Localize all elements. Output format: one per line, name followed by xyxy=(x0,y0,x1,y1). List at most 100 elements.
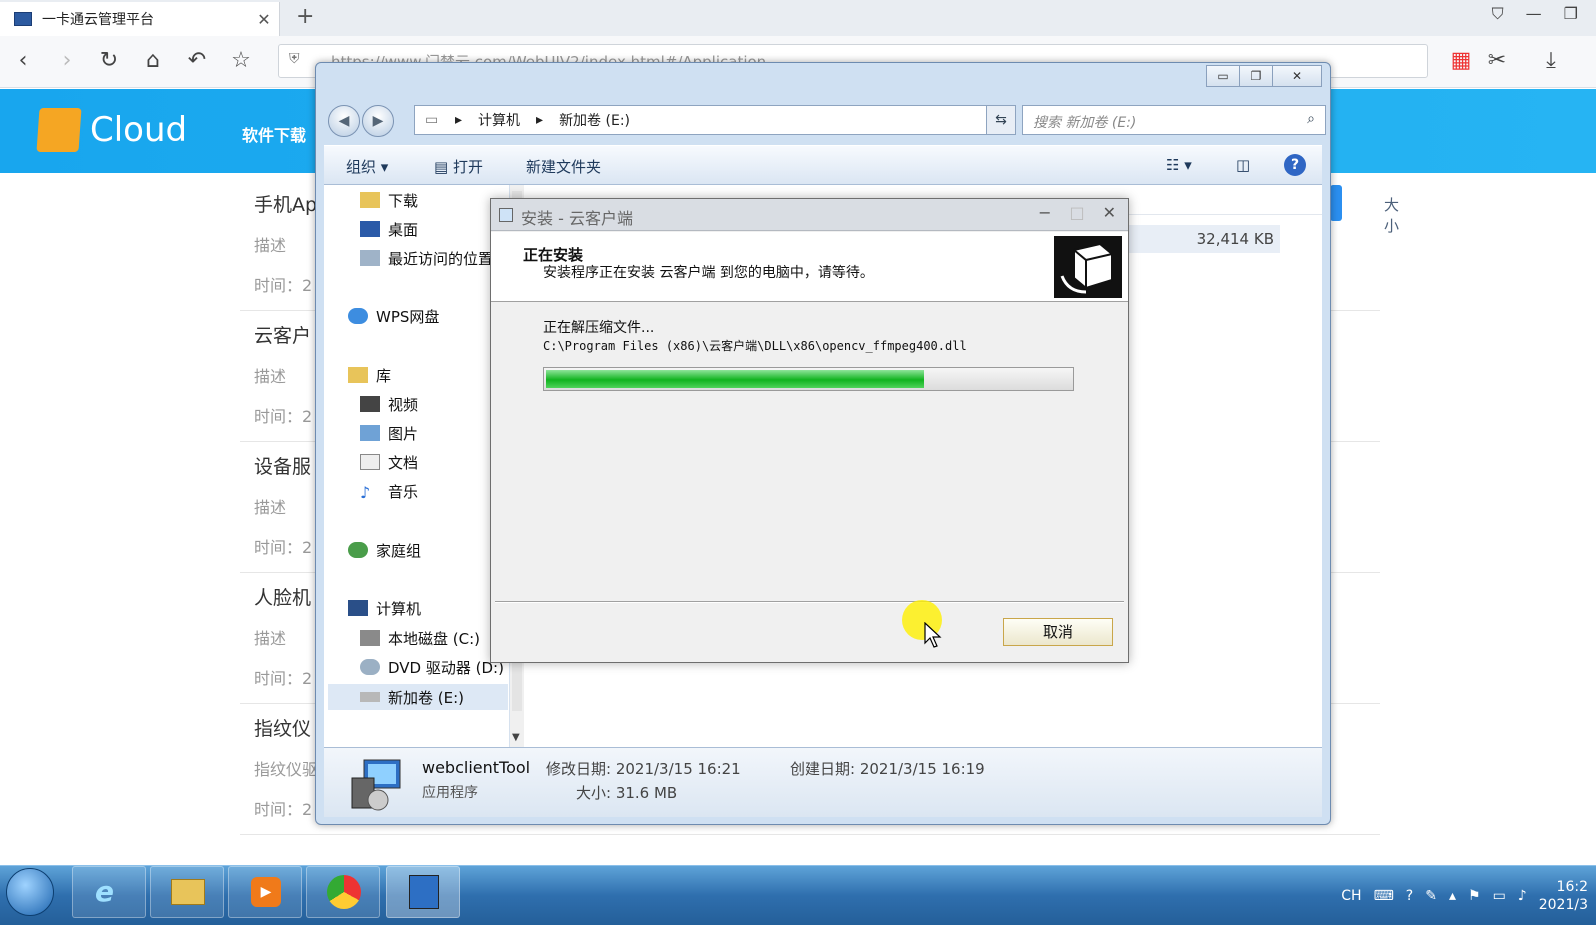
nav-label: DVD 驱动器 (D:) xyxy=(388,658,504,677)
maximize-icon[interactable]: ❐ xyxy=(1564,4,1578,24)
refresh-icon[interactable]: ⇆ xyxy=(986,105,1016,135)
chrome-taskbar-icon[interactable] xyxy=(306,866,380,918)
help-icon[interactable]: ? xyxy=(1284,154,1306,176)
nav-item-new-volume[interactable]: 新加卷 (E:) xyxy=(328,684,508,710)
nav-item-videos[interactable]: 视频 xyxy=(360,391,418,417)
input-language[interactable]: CH xyxy=(1341,888,1361,904)
library-icon xyxy=(348,367,368,383)
file-name: webclientTool xyxy=(422,758,531,777)
home-icon[interactable]: ⌂ xyxy=(138,46,168,76)
volume-icon[interactable]: ♪ xyxy=(1518,888,1527,904)
site-favicon-icon xyxy=(14,12,32,26)
media-player-taskbar-icon[interactable]: ▶ xyxy=(228,866,302,918)
shirt-icon[interactable]: ⛉ xyxy=(1492,4,1504,24)
recent-places-icon xyxy=(360,250,380,266)
nav-label: 库 xyxy=(376,366,392,385)
scroll-down-icon[interactable]: ▼ xyxy=(512,732,520,743)
nav-label: 下载 xyxy=(388,191,419,210)
scissors-icon[interactable]: ✂ xyxy=(1482,46,1512,76)
drive-icon: ▭ xyxy=(425,112,439,128)
refresh-icon[interactable]: ↻ xyxy=(94,46,124,76)
tab-close-icon[interactable]: ✕ xyxy=(249,10,279,29)
nav-item-recent[interactable]: 最近访问的位置 xyxy=(360,245,493,271)
undo-icon[interactable]: ↶ xyxy=(182,46,212,76)
nav-label: 最近访问的位置 xyxy=(388,249,494,268)
bookmark-star-icon[interactable]: ☆ xyxy=(226,46,256,76)
keyboard-icon[interactable]: ⌨ xyxy=(1374,888,1394,904)
minimize-icon[interactable]: ▭ xyxy=(1206,65,1240,87)
item-desc: 描述 xyxy=(254,367,287,386)
back-icon[interactable]: ◀ xyxy=(328,105,360,137)
search-icon[interactable]: ⌕ xyxy=(1307,111,1315,127)
nav-label: 本地磁盘 (C:) xyxy=(388,629,480,648)
network-icon[interactable]: ▭ xyxy=(1493,888,1506,904)
restore-icon[interactable]: ❐ xyxy=(1239,65,1273,87)
nav-item-desktop[interactable]: 桌面 xyxy=(360,216,418,242)
search-placeholder: 搜索 新加卷 (E:) xyxy=(1033,115,1137,131)
nav-item-wps[interactable]: WPS网盘 xyxy=(348,303,439,329)
logo-icon xyxy=(36,108,82,152)
item-desc: 描述 xyxy=(254,629,287,648)
navigation-pane: 下载 桌面 最近访问的位置 WPS网盘 库 视频 图片 文档 ♪ 音乐 家庭组 计… xyxy=(324,185,510,747)
folder-icon xyxy=(360,192,380,208)
download-icon[interactable]: ⤓ xyxy=(1536,46,1566,76)
nav-item-library[interactable]: 库 xyxy=(348,362,391,388)
pen-icon[interactable]: ✎ xyxy=(1425,888,1437,904)
nav-item-local-disk[interactable]: 本地磁盘 (C:) xyxy=(360,625,480,651)
modified-date: 修改日期: 2021/3/15 16:21 xyxy=(546,760,741,778)
forward-icon[interactable]: ▶ xyxy=(362,105,394,137)
installer-title: 安装 - 云客户端 xyxy=(521,209,633,228)
minimize-icon[interactable]: − xyxy=(1038,203,1051,222)
open-button[interactable]: ▤ 打开 xyxy=(434,156,483,177)
nav-item-pictures[interactable]: 图片 xyxy=(360,420,418,446)
clock[interactable]: 16:2 2021/3 xyxy=(1539,878,1588,914)
nav-item-downloads[interactable]: 下载 xyxy=(360,187,418,213)
organize-label: 组织 xyxy=(346,158,377,176)
document-icon xyxy=(360,454,380,470)
computer-icon xyxy=(348,600,368,616)
browser-window-controls: ⛉ — ❐ xyxy=(1492,4,1596,24)
explorer-address-bar[interactable]: ▭ ▸ 计算机 ▸ 新加卷 (E:) ▾ xyxy=(414,105,1004,135)
download-button-edge[interactable] xyxy=(1330,185,1342,221)
close-icon[interactable]: ✕ xyxy=(1272,65,1322,87)
nav-software-download[interactable]: 软件下载 xyxy=(242,122,306,146)
new-folder-button[interactable]: 新建文件夹 xyxy=(526,156,601,177)
breadcrumb-volume[interactable]: 新加卷 (E:) xyxy=(559,110,630,130)
ie-icon: e xyxy=(95,875,114,908)
nav-item-computer[interactable]: 计算机 xyxy=(348,595,421,621)
show-hidden-icons-icon[interactable]: ▴ xyxy=(1449,888,1456,904)
new-tab-icon[interactable]: + xyxy=(296,4,314,29)
start-button-icon[interactable] xyxy=(6,868,54,916)
install-status: 正在解压缩文件... xyxy=(543,320,655,336)
file-size: 32,414 KB xyxy=(1196,230,1274,248)
preview-pane-icon[interactable]: ◫ xyxy=(1236,156,1250,174)
view-options-icon[interactable]: ☷ ▾ xyxy=(1166,156,1192,174)
cancel-button[interactable]: 取消 xyxy=(1003,618,1113,646)
minimize-icon[interactable]: — xyxy=(1526,4,1542,24)
explorer-taskbar-icon[interactable] xyxy=(150,866,224,918)
close-icon[interactable]: ✕ xyxy=(1103,203,1116,222)
back-icon[interactable]: ‹ xyxy=(8,46,38,76)
search-input[interactable]: 搜索 新加卷 (E:) ⌕ xyxy=(1022,105,1326,135)
ie-taskbar-icon[interactable]: e xyxy=(72,866,146,918)
nav-item-dvd[interactable]: DVD 驱动器 (D:) xyxy=(360,654,504,680)
browser-tab[interactable]: 一卡通云管理平台 ✕ xyxy=(0,2,280,36)
item-time: 时间：2 xyxy=(254,407,313,426)
installer-taskbar-icon[interactable] xyxy=(386,866,460,918)
organize-button[interactable]: 组织 ▾ xyxy=(346,156,388,177)
column-size[interactable]: 大小 xyxy=(1384,194,1399,236)
nav-label: 图片 xyxy=(388,424,419,443)
nav-item-music[interactable]: ♪ 音乐 xyxy=(360,478,418,504)
nav-label: 家庭组 xyxy=(376,541,422,560)
breadcrumb-computer[interactable]: 计算机 xyxy=(478,110,520,130)
nav-item-documents[interactable]: 文档 xyxy=(360,449,418,475)
help-icon[interactable]: ? xyxy=(1406,888,1413,904)
nav-item-homegroup[interactable]: 家庭组 xyxy=(348,537,421,563)
browser-tabbar: 一卡通云管理平台 ✕ + ⛉ — ❐ xyxy=(0,0,1596,36)
installer-window-controls: − □ ✕ xyxy=(1038,203,1116,222)
apps-grid-icon[interactable]: ▦ xyxy=(1446,46,1476,76)
action-center-flag-icon[interactable]: ⚑ xyxy=(1468,888,1481,904)
item-title: 设备服 xyxy=(254,456,312,478)
forward-icon[interactable]: › xyxy=(52,46,82,76)
file-size-detail: 大小: 31.6 MB xyxy=(576,784,678,802)
